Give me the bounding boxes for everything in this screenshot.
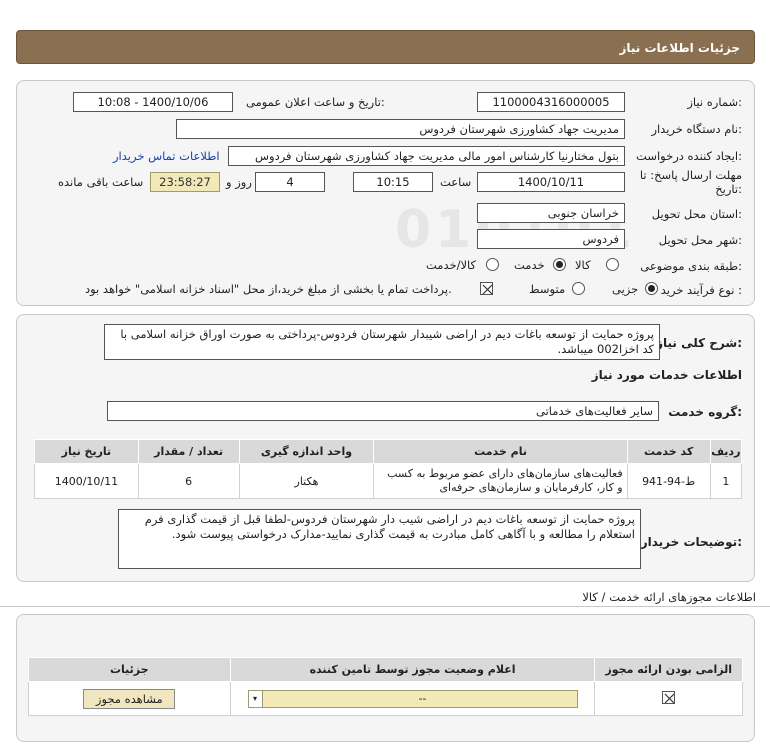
process-radio-partial[interactable] bbox=[645, 282, 658, 295]
days-field: 4 bbox=[255, 172, 325, 192]
announce-datetime-field: 1400/10/06 - 10:08 bbox=[73, 92, 233, 112]
category-radio-service[interactable] bbox=[553, 258, 566, 271]
col-permit-required: الزامی بودن ارائه مجوز bbox=[594, 657, 743, 682]
col-row: ردیف bbox=[709, 439, 743, 464]
services-table: ردیف کد خدمت نام خدمت واحد اندازه گیری ت… bbox=[34, 439, 743, 499]
process-option-medium: متوسط bbox=[529, 282, 566, 296]
service-group-field: سایر فعالیت‌های خدماتی bbox=[107, 401, 659, 421]
city-field: فردوس bbox=[477, 229, 625, 249]
permits-table-header: الزامی بودن ارائه مجوز اعلام وضعیت مجوز … bbox=[28, 657, 743, 682]
cell-service-code: ط-94-941 bbox=[626, 463, 711, 499]
buyer-notes-label: توضیحات خریدار: bbox=[640, 535, 742, 549]
services-section-title: اطلاعات خدمات مورد نیاز bbox=[591, 368, 742, 382]
days-label: روز و bbox=[226, 175, 252, 189]
permit-status-value: -- bbox=[418, 691, 427, 705]
announce-label: تاریخ و ساعت اعلان عمومی: bbox=[246, 95, 385, 109]
cell-service-name: فعالیت‌های سازمان‌های دارای عضو مربوط به… bbox=[373, 463, 628, 499]
time-label: ساعت bbox=[440, 175, 472, 189]
payment-note: پرداخت تمام یا بخشی از مبلغ خرید،از محل … bbox=[85, 282, 452, 296]
cell-unit: هکتار bbox=[238, 463, 375, 499]
permits-section-title: اطلاعات مجوزهای ارائه خدمت / کالا bbox=[582, 590, 756, 604]
permit-status-select[interactable]: -- ▾ bbox=[247, 689, 578, 708]
remaining-time-field: 23:58:27 bbox=[150, 172, 220, 192]
category-option-goods-service: کالا/خدمت bbox=[426, 258, 477, 272]
col-quantity: تعداد / مقدار bbox=[137, 439, 240, 464]
cell-permit-status: -- ▾ bbox=[229, 681, 596, 716]
creator-field: بتول مختارنیا کارشناس امور مالی مدیریت ج… bbox=[228, 146, 625, 166]
province-field: خراسان جنوبی bbox=[477, 203, 625, 223]
permits-table: الزامی بودن ارائه مجوز اعلام وضعیت مجوز … bbox=[28, 657, 743, 716]
page-header: جزئیات اطلاعات نیاز bbox=[16, 30, 755, 64]
deadline-date-field: 1400/10/11 bbox=[477, 172, 625, 192]
general-desc-field: پروژه حمایت از توسعه باغات دیم در اراضی … bbox=[104, 324, 660, 360]
chevron-down-icon[interactable]: ▾ bbox=[248, 690, 263, 707]
permit-required-checkbox[interactable] bbox=[662, 690, 676, 704]
cell-row: 1 bbox=[709, 463, 743, 499]
page-title: جزئیات اطلاعات نیاز bbox=[619, 41, 740, 55]
table-row: -- ▾ مشاهده مجوز bbox=[28, 681, 743, 716]
col-unit: واحد اندازه گیری bbox=[238, 439, 375, 464]
col-need-date: تاریخ نیاز bbox=[34, 439, 139, 464]
process-option-partial: جزیی bbox=[612, 282, 639, 296]
process-label: نوع فرآیند خرید : bbox=[660, 283, 742, 297]
buyer-contact-link[interactable]: اطلاعات تماس خریدار bbox=[113, 149, 220, 163]
process-radio-medium[interactable] bbox=[572, 282, 585, 295]
category-radio-goods-service[interactable] bbox=[486, 258, 499, 271]
service-group-label: گروه خدمت: bbox=[668, 405, 742, 419]
treasury-payment-checkbox[interactable] bbox=[480, 282, 493, 295]
cell-need-date: 1400/10/11 bbox=[34, 463, 139, 499]
province-label: استان محل تحویل: bbox=[651, 207, 742, 221]
cell-permit-required bbox=[594, 681, 743, 716]
cell-quantity: 6 bbox=[137, 463, 240, 499]
cell-permit-details: مشاهده مجوز bbox=[28, 681, 231, 716]
checkbox-cross-icon bbox=[664, 693, 675, 703]
col-service-name: نام خدمت bbox=[373, 439, 628, 464]
col-service-code: کد خدمت bbox=[626, 439, 711, 464]
category-radio-goods[interactable] bbox=[606, 258, 619, 271]
category-option-goods: کالا bbox=[575, 258, 591, 272]
category-option-service: خدمت bbox=[514, 258, 545, 272]
deadline-time-field: 10:15 bbox=[353, 172, 433, 192]
permits-divider bbox=[0, 606, 770, 607]
general-desc-label: شرح کلی نیاز: bbox=[656, 336, 742, 350]
view-permit-button[interactable]: مشاهده مجوز bbox=[83, 688, 176, 709]
need-number-label: شماره نیاز: bbox=[687, 95, 742, 109]
need-number-field: 1100004316000005 bbox=[477, 92, 625, 112]
services-table-header: ردیف کد خدمت نام خدمت واحد اندازه گیری ت… bbox=[34, 439, 743, 464]
creator-label: ایجاد کننده درخواست: bbox=[636, 149, 742, 163]
category-label: طبقه بندی موضوعی: bbox=[640, 259, 742, 273]
remaining-label: ساعت باقی مانده bbox=[58, 175, 144, 189]
col-permit-status: اعلام وضعیت مجوز توسط تامین کننده bbox=[229, 657, 596, 682]
city-label: شهر محل تحویل: bbox=[658, 233, 742, 247]
buyer-label: نام دستگاه خریدار: bbox=[651, 122, 742, 136]
buyer-notes-field: پروژه حمایت از توسعه باغات دیم در اراضی … bbox=[118, 509, 641, 569]
deadline-label: مهلت ارسال پاسخ: تا تاریخ: bbox=[639, 168, 742, 196]
buyer-field: مدیریت جهاد کشاورزی شهرستان فردوس bbox=[176, 119, 625, 139]
col-permit-details: جزئیات bbox=[28, 657, 231, 682]
table-row: 1 ط-94-941 فعالیت‌های سازمان‌های دارای ع… bbox=[34, 463, 743, 499]
checkbox-cross-icon bbox=[482, 284, 493, 295]
